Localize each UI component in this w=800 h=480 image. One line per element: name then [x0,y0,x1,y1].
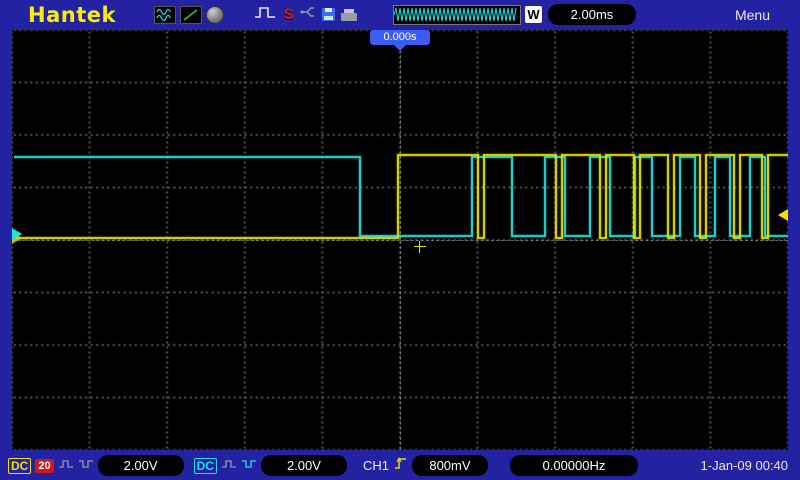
top-bar: Hantek S W 2.00ms Menu [0,0,800,29]
window-mode-badge: W [524,6,542,23]
waveform-traces [14,152,788,241]
oscilloscope-ui: { "brand": "Hantek", "top_bar": { "s_lab… [0,0,800,480]
ch1-bandwidth-badge: 20 [35,458,54,473]
waveform-screen: 0.000s [12,30,788,450]
brand-logo: Hantek [28,2,116,27]
save-icon[interactable] [321,8,335,21]
s-indicator-icon[interactable]: S [284,6,294,23]
timebase-readout: 2.00ms [547,4,636,25]
trigger-point-cross [414,241,426,253]
printer-icon[interactable] [340,8,357,21]
memory-window-indicator[interactable] [392,4,521,25]
pulse-icon[interactable] [254,5,276,25]
menu-button[interactable]: Menu [735,7,770,23]
trigger-status: CH1 800mV [363,455,488,476]
measure-line-icon[interactable] [179,5,202,24]
knob-icon[interactable] [205,5,224,24]
usb-icon[interactable] [300,5,316,24]
trigger-position-marker[interactable] [394,45,406,51]
ch2-status: DC 2.00V [193,455,347,476]
dual-wave-icon[interactable] [153,5,176,24]
datetime-readout: 1-Jan-09 00:40 [700,458,788,473]
ch1-status: DC 20 2.00V [8,455,184,476]
trigger-time-badge: 0.000s [370,30,430,45]
ch1-probe-icon [58,457,74,475]
ch1-scale-readout: 2.00V [97,455,184,476]
rising-edge-icon [394,455,407,476]
bottom-bar: DC 20 2.00V DC 2.00V CH1 800mV 0.00000Hz… [0,451,800,480]
trigger-source-label: CH1 [362,458,389,473]
ch1-invert-icon [78,457,94,475]
ch2-wave-icon [241,457,257,475]
ch2-coupling-badge: DC [193,457,217,474]
trigger-level-marker[interactable] [778,209,788,221]
ch1-coupling-badge: DC [8,457,32,474]
ch2-position-marker[interactable] [12,228,22,240]
ch2-probe-icon [221,457,237,475]
frequency-readout: 0.00000Hz [509,455,638,476]
trigger-level-readout: 800mV [411,455,488,476]
ch2-scale-readout: 2.00V [260,455,347,476]
